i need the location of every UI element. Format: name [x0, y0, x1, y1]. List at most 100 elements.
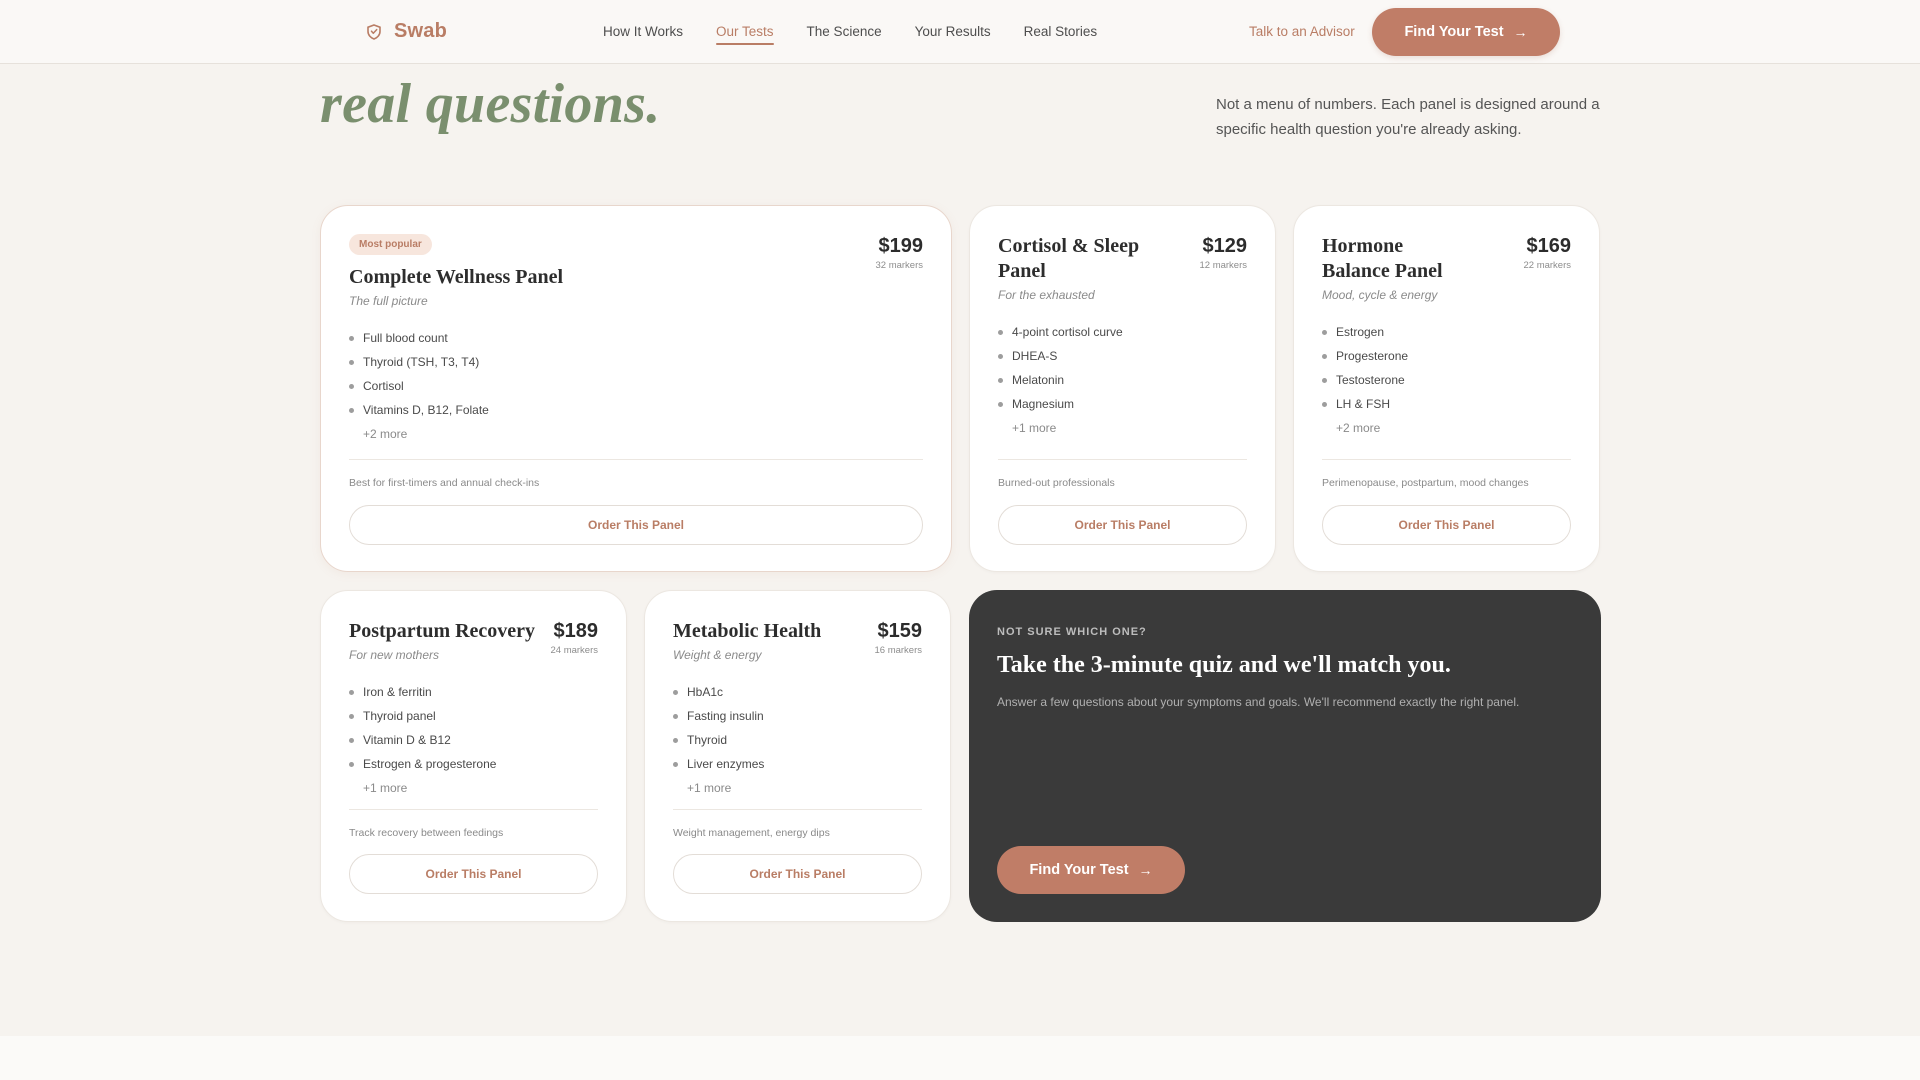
list-item: Fasting insulin [673, 704, 922, 728]
most-popular-badge: Most popular [349, 234, 432, 255]
panel-card-complete-wellness: Most popular Complete Wellness Panel The… [320, 205, 952, 572]
panel-subtitle: The full picture [349, 294, 428, 308]
list-item: Magnesium [998, 392, 1247, 416]
panel-price: $159 [877, 620, 923, 642]
more-markers: +1 more [687, 781, 732, 795]
best-for-text: Best for first-timers and annual check-i… [349, 477, 540, 489]
best-for-text: Weight management, energy dips [673, 827, 830, 839]
price-box: $129 12 markers [1199, 234, 1247, 271]
nav-link-how-it-works[interactable]: How It Works [603, 24, 683, 45]
bullet-icon [673, 761, 678, 767]
list-item: Cortisol [349, 374, 923, 398]
panel-price: $129 [1202, 235, 1248, 257]
more-markers: +1 more [1012, 421, 1057, 435]
nav-link-the-science[interactable]: The Science [807, 24, 882, 45]
bullet-icon [349, 689, 354, 695]
order-panel-button[interactable]: Order This Panel [673, 854, 922, 894]
nav-links: How It Works Our Tests The Science Your … [603, 24, 1097, 45]
talk-to-advisor-link[interactable]: Talk to an Advisor [1249, 24, 1355, 39]
order-panel-button[interactable]: Order This Panel [349, 854, 598, 894]
brand[interactable]: Swab [366, 20, 447, 43]
list-item: Estrogen & progesterone [349, 752, 598, 776]
bullet-icon [673, 689, 678, 695]
divider [673, 809, 922, 810]
bullet-icon [998, 329, 1003, 335]
bullet-icon [349, 713, 354, 719]
bullet-icon [673, 737, 678, 743]
page-title: real questions. [320, 73, 661, 135]
list-item: 4-point cortisol curve [998, 320, 1247, 344]
top-nav: Swab How It Works Our Tests The Science … [0, 0, 1920, 64]
arrow-right-icon: → [1513, 24, 1528, 40]
list-item: Progesterone [1322, 344, 1571, 368]
bullet-icon [998, 377, 1003, 383]
marker-list: Estrogen Progesterone Testosterone LH & … [1322, 320, 1571, 416]
divider [349, 459, 923, 460]
divider [349, 809, 598, 810]
panel-title: Postpartum Recovery [349, 620, 536, 642]
panel-subtitle: For the exhausted [998, 288, 1095, 302]
order-panel-button[interactable]: Order This Panel [998, 505, 1247, 545]
price-box: $159 16 markers [874, 619, 922, 656]
quiz-description: Answer a few questions about your sympto… [997, 695, 1520, 709]
bullet-icon [349, 761, 354, 767]
bullet-icon [998, 353, 1003, 359]
list-item: Full blood count [349, 326, 923, 350]
price-box: $169 22 markers [1523, 234, 1571, 271]
panel-card-hormone-balance: Hormone Balance Panel Mood, cycle & ener… [1293, 205, 1600, 572]
divider [998, 459, 1247, 460]
bullet-icon [349, 335, 354, 341]
panel-card-postpartum-recovery: Postpartum Recovery For new mothers $189… [320, 590, 627, 922]
nav-link-real-stories[interactable]: Real Stories [1024, 24, 1098, 45]
order-panel-button[interactable]: Order This Panel [349, 505, 923, 545]
list-item: Liver enzymes [673, 752, 922, 776]
divider [1322, 459, 1571, 460]
panel-card-cortisol-sleep: Cortisol & Sleep Panel For the exhausted… [969, 205, 1276, 572]
bullet-icon [349, 737, 354, 743]
quiz-button-label: Find Your Test [1029, 862, 1129, 878]
footer-strip [0, 1036, 1920, 1080]
quiz-title: Take the 3-minute quiz and we'll match y… [997, 652, 1451, 678]
quiz-find-your-test-button[interactable]: Find Your Test → [997, 846, 1185, 894]
panel-title: Metabolic Health [673, 620, 822, 642]
shield-logo-icon [367, 23, 381, 40]
panel-subtitle: For new mothers [349, 648, 440, 662]
quiz-card: NOT SURE WHICH ONE? Take the 3-minute qu… [969, 590, 1601, 922]
bullet-icon [673, 713, 678, 719]
list-item: Iron & ferritin [349, 680, 598, 704]
bullet-icon [1322, 401, 1327, 407]
best-for-text: Perimenopause, postpartum, mood changes [1322, 477, 1529, 489]
bullet-icon [1322, 377, 1327, 383]
panel-title: Cortisol & Sleep Panel [998, 235, 1140, 282]
best-for-text: Burned-out professionals [998, 477, 1115, 489]
bullet-icon [349, 407, 354, 413]
panel-title: Hormone Balance Panel [1322, 235, 1443, 282]
panel-price: $169 [1526, 235, 1572, 257]
panel-markers: 22 markers [1523, 260, 1571, 271]
page-subtitle: Not a menu of numbers. Each panel is des… [1216, 96, 1600, 138]
more-markers: +2 more [1336, 421, 1381, 435]
list-item: Thyroid (TSH, T3, T4) [349, 350, 923, 374]
panel-title: Complete Wellness Panel [349, 266, 564, 288]
find-your-test-button[interactable]: Find Your Test → [1372, 8, 1560, 56]
list-item: DHEA-S [998, 344, 1247, 368]
panel-subtitle: Weight & energy [673, 648, 762, 662]
list-item: Vitamins D, B12, Folate [349, 398, 923, 422]
list-item: Vitamin D & B12 [349, 728, 598, 752]
list-item: Melatonin [998, 368, 1247, 392]
marker-list: HbA1c Fasting insulin Thyroid Liver enzy… [673, 680, 922, 776]
list-item: Testosterone [1322, 368, 1571, 392]
list-item: HbA1c [673, 680, 922, 704]
brand-name: Swab [394, 20, 448, 42]
find-your-test-label: Find Your Test [1404, 24, 1504, 40]
price-box: $199 32 markers [875, 234, 923, 271]
nav-link-your-results[interactable]: Your Results [915, 24, 991, 45]
more-markers: +2 more [363, 427, 408, 441]
marker-list: Iron & ferritin Thyroid panel Vitamin D … [349, 680, 598, 776]
order-panel-button[interactable]: Order This Panel [1322, 505, 1571, 545]
more-markers: +1 more [363, 781, 408, 795]
marker-list: Full blood count Thyroid (TSH, T3, T4) C… [349, 326, 923, 422]
bullet-icon [1322, 353, 1327, 359]
nav-link-our-tests[interactable]: Our Tests [716, 24, 774, 45]
best-for-text: Track recovery between feedings [349, 827, 504, 839]
